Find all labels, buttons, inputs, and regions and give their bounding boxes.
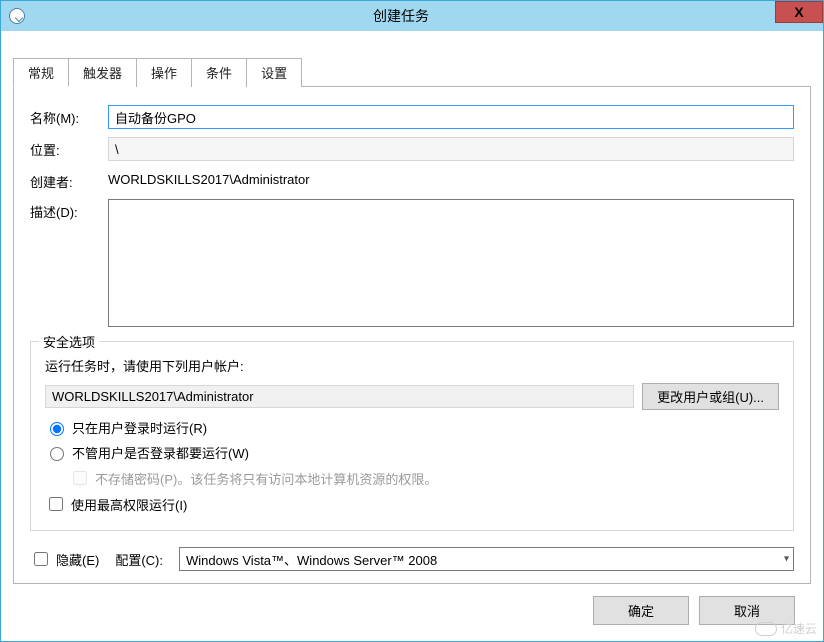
- window-title: 创建任务: [0, 6, 823, 26]
- author-label: 创建者:: [30, 169, 108, 191]
- location-value: \: [108, 137, 794, 161]
- watermark: 亿速云: [755, 620, 817, 637]
- bottom-row: 隐藏(E) 配置(C): Windows Vista™、Windows Serv…: [30, 547, 794, 571]
- check-hidden-label: 隐藏(E): [56, 550, 99, 569]
- configure-for-value: Windows Vista™、Windows Server™ 2008: [186, 550, 437, 569]
- check-no-store-password: 不存储密码(P)。该任务将只有访问本地计算机资源的权限。: [69, 468, 779, 488]
- radio-any-time-input[interactable]: [50, 447, 64, 461]
- run-as-prompt: 运行任务时，请使用下列用户帐户:: [45, 356, 779, 375]
- task-icon: [9, 8, 25, 24]
- titlebar: 创建任务 X: [1, 1, 823, 31]
- author-value: WORLDSKILLS2017\Administrator: [108, 169, 794, 187]
- location-label: 位置:: [30, 137, 108, 159]
- chevron-down-icon: ▾: [784, 554, 789, 565]
- cloud-icon: [755, 622, 777, 636]
- client-area: 常规 触发器 操作 条件 设置 名称(M): 位置: \ 创建者: WORLDS…: [1, 31, 823, 637]
- radio-logged-on-input[interactable]: [50, 422, 64, 436]
- ok-button[interactable]: 确定: [593, 596, 689, 625]
- check-no-store-password-input: [73, 471, 87, 485]
- check-hidden[interactable]: 隐藏(E): [30, 549, 99, 569]
- check-no-store-password-label: 不存储密码(P)。该任务将只有访问本地计算机资源的权限。: [95, 469, 437, 488]
- check-hidden-input[interactable]: [34, 552, 48, 566]
- tab-settings[interactable]: 设置: [246, 58, 302, 87]
- tab-strip: 常规 触发器 操作 条件 设置: [13, 57, 811, 87]
- tab-general[interactable]: 常规: [13, 58, 69, 87]
- general-pane: 名称(M): 位置: \ 创建者: WORLDSKILLS2017\Admini…: [13, 87, 811, 584]
- name-input[interactable]: [108, 105, 794, 129]
- name-label: 名称(M):: [30, 105, 108, 127]
- change-user-button[interactable]: 更改用户或组(U)...: [642, 383, 779, 410]
- tab-triggers[interactable]: 触发器: [68, 58, 137, 87]
- close-button[interactable]: X: [775, 1, 823, 23]
- description-input[interactable]: [108, 199, 794, 327]
- security-groupbox: 安全选项 运行任务时，请使用下列用户帐户: WORLDSKILLS2017\Ad…: [30, 341, 794, 531]
- check-highest-privileges-input[interactable]: [49, 497, 63, 511]
- configure-for-label: 配置(C):: [115, 550, 163, 569]
- security-legend: 安全选项: [39, 332, 99, 351]
- description-label: 描述(D):: [30, 199, 108, 221]
- configure-for-select[interactable]: Windows Vista™、Windows Server™ 2008 ▾: [179, 547, 794, 571]
- watermark-text: 亿速云: [781, 620, 817, 637]
- tab-conditions[interactable]: 条件: [191, 58, 247, 87]
- radio-logged-on[interactable]: 只在用户登录时运行(R): [45, 418, 779, 437]
- tab-actions[interactable]: 操作: [136, 58, 192, 87]
- radio-any-time[interactable]: 不管用户是否登录都要运行(W): [45, 443, 779, 462]
- check-highest-privileges-label: 使用最高权限运行(I): [71, 495, 187, 514]
- dialog-window: 创建任务 X 常规 触发器 操作 条件 设置 名称(M): 位置: \ 创建者:…: [0, 0, 824, 642]
- run-as-account: WORLDSKILLS2017\Administrator: [45, 385, 634, 408]
- dialog-footer: 确定 取消: [13, 584, 811, 625]
- radio-logged-on-label: 只在用户登录时运行(R): [72, 418, 207, 437]
- radio-any-time-label: 不管用户是否登录都要运行(W): [72, 443, 249, 462]
- check-highest-privileges[interactable]: 使用最高权限运行(I): [45, 494, 779, 514]
